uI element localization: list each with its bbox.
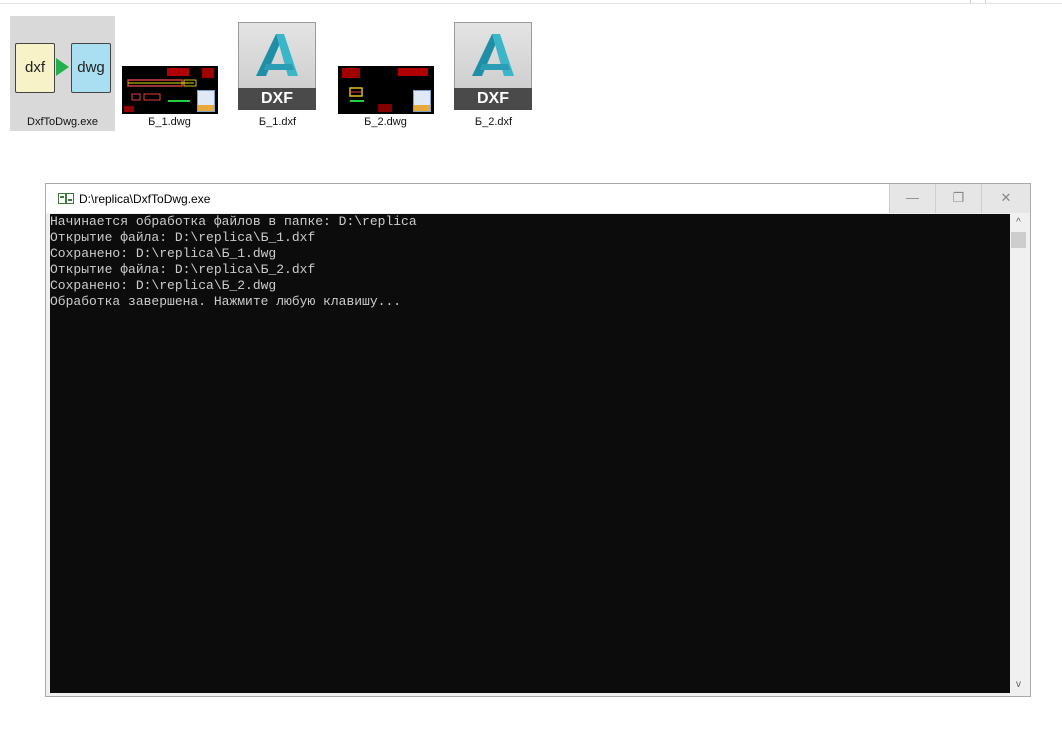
console-line: Начинается обработка файлов в папке: D:\… [50, 214, 417, 229]
dxf-file-icon: DXF [238, 22, 316, 110]
dwg-badge-text: dwg [77, 59, 105, 76]
autocad-dxf-icon: DXF [225, 16, 330, 116]
close-button[interactable]: ✕ [981, 184, 1030, 213]
autocad-dxf-icon: DXF [441, 16, 546, 116]
close-icon: ✕ [1000, 190, 1012, 205]
dwg-thumbnail-icon [333, 16, 438, 116]
file-b2-dwg[interactable]: Б_2.dwg [333, 16, 438, 131]
file-b1-dwg[interactable]: Б_1.dwg [117, 16, 222, 131]
minimize-button[interactable]: — [889, 184, 935, 213]
top-divider [970, 0, 971, 3]
dwg-document-icon: dwg [71, 43, 111, 93]
dwg-badge-icon [413, 90, 431, 112]
window-title: D:\replica\DxfToDwg.exe [79, 192, 211, 206]
arrow-right-icon [56, 58, 69, 76]
file-dxftodwg-exe[interactable]: dxf dwg DxfToDwg.exe [10, 16, 115, 131]
minimize-icon: — [906, 190, 919, 205]
maximize-icon: ❐ [952, 190, 965, 205]
console-lines: Начинается обработка файлов в папке: D:\… [50, 214, 417, 310]
console-output[interactable]: Начинается обработка файлов в папке: D:\… [50, 214, 1010, 693]
console-line: Сохранено: D:\replica\Б_1.dwg [50, 246, 277, 261]
maximize-button[interactable]: ❐ [935, 184, 981, 213]
autocad-logo-icon [256, 34, 298, 76]
vertical-scrollbar[interactable]: ^ v [1010, 214, 1027, 693]
console-app-icon [58, 193, 74, 204]
file-name: Б_2.dwg [364, 116, 407, 128]
drawing-preview [122, 66, 218, 114]
file-name: Б_2.dxf [474, 116, 513, 128]
top-divider [985, 0, 986, 3]
dxf-label: DXF [261, 90, 293, 107]
scroll-up-arrow-icon[interactable]: ^ [1010, 214, 1027, 231]
file-name: Б_1.dxf [258, 116, 297, 128]
autocad-logo-icon [472, 34, 514, 76]
dxf-label: DXF [477, 90, 509, 107]
console-line: Обработка завершена. Нажмите любую клави… [50, 294, 402, 309]
dxf-file-icon: DXF [454, 22, 532, 110]
scroll-down-arrow-icon[interactable]: v [1010, 676, 1027, 693]
console-line: Сохранено: D:\replica\Б_2.dwg [50, 278, 277, 293]
file-name: Б_1.dwg [148, 116, 191, 128]
file-name: DxfToDwg.exe [27, 116, 98, 128]
dwg-thumbnail-icon [117, 16, 222, 116]
console-line: Открытие файла: D:\replica\Б_2.dxf [50, 262, 316, 277]
top-border [0, 0, 1062, 4]
scroll-thumb[interactable] [1011, 232, 1026, 248]
title-bar[interactable]: D:\replica\DxfToDwg.exe — ❐ ✕ [46, 184, 1030, 213]
dxf-badge-text: dxf [24, 59, 45, 76]
drawing-preview [338, 66, 434, 114]
file-b1-dxf[interactable]: DXF Б_1.dxf [225, 16, 330, 131]
dxf-to-dwg-converter-icon: dxf dwg [10, 16, 115, 116]
dxf-document-icon: dxf [15, 43, 55, 93]
console-line: Открытие файла: D:\replica\Б_1.dxf [50, 230, 316, 245]
file-b2-dxf[interactable]: DXF Б_2.dxf [441, 16, 546, 131]
dwg-badge-icon [197, 90, 215, 112]
console-window[interactable]: D:\replica\DxfToDwg.exe — ❐ ✕ Начинается… [45, 183, 1031, 697]
